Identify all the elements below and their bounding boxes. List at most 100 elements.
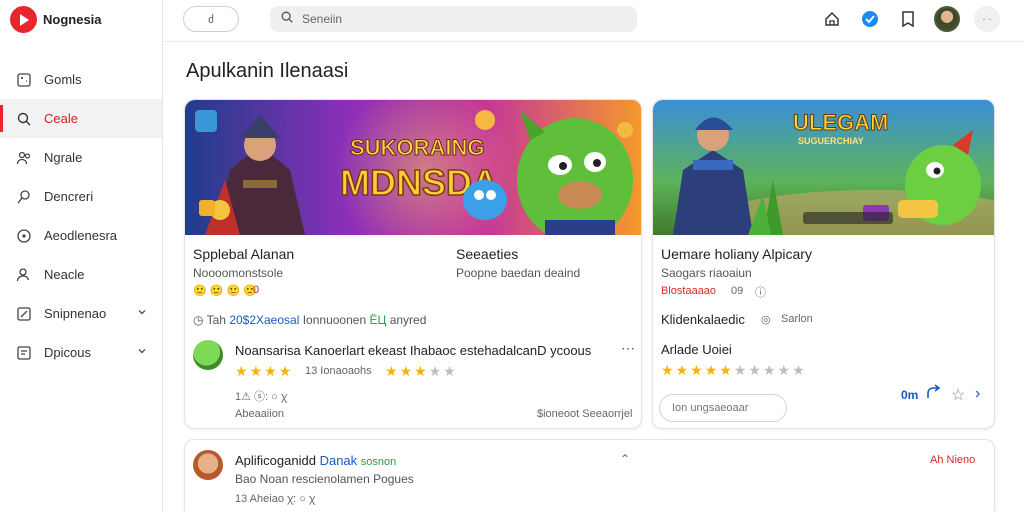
card1-foot-text: Abeaaiion (235, 408, 284, 420)
review-card-right-tag[interactable]: Ah Nieno (930, 454, 975, 466)
sidebar: Nognesia Gomls Ceale Ngrale Dencreri Aeo… (0, 0, 163, 512)
sidebar-nav: Gomls Ceale Ngrale Dencreri Aeodlenesra (0, 60, 162, 372)
card1-right-subtitle: Poopne baedan deaind (456, 266, 581, 280)
star-icon: ★ (399, 363, 413, 379)
review-card-name: Aplificoganidd Danak sosnon (235, 453, 396, 468)
card2-subtitle: Saogars riaoaiun (661, 266, 752, 280)
page-title: Apulkanin Ilenaasi (186, 60, 349, 82)
reviewer-avatar[interactable] (193, 450, 223, 480)
info-end: anyred (389, 313, 427, 327)
review-stars-1: ★ ★ ★ ★ (235, 364, 291, 378)
card2-action-label[interactable]: 0m (901, 388, 918, 402)
banner2-subtitle: SUGUERCHIAY (798, 136, 864, 146)
card2-line2: Klidenkalaedic (661, 312, 745, 327)
sidebar-item-snipnenao[interactable]: Snipnenao (0, 294, 162, 333)
star-icon: ★ (235, 363, 248, 379)
compass-icon (16, 228, 32, 244)
card1-foot-icons: 1⚠ ⓢ: ○ ꭓ (235, 391, 287, 403)
featured-card-1[interactable]: SUKORAING MDNSDA Spplebal Alanan Noooomo… (184, 99, 642, 429)
edit-box-icon (16, 306, 32, 322)
sidebar-item-dpicous[interactable]: Dpicous (0, 333, 162, 372)
rating-input[interactable] (659, 394, 787, 422)
search-input[interactable] (302, 12, 602, 26)
controller-icon (16, 72, 32, 88)
card2-rating-stars: ★ ★ ★ ★ ★ ★ ★ ★ ★ ★ (661, 363, 805, 377)
sidebar-item-label: Ngrale (44, 150, 83, 165)
star-icon: ★ (675, 362, 689, 378)
star-icon: ★ (690, 362, 703, 378)
sidebar-item-label: Ceale (44, 111, 78, 126)
avatar[interactable] (934, 6, 960, 32)
sidebar-item-label: Aeodlenesra (44, 228, 117, 243)
sidebar-item-label: Gomls (44, 72, 82, 87)
review-text: Noansarisa Kanoerlart ekeast Ihabaoc est… (235, 343, 592, 358)
card2-title[interactable]: Uemare holiany Alpicary (661, 246, 812, 262)
search-bar[interactable] (270, 6, 637, 32)
review-count: 13 Ionaoaohs (305, 365, 372, 377)
chevron-up-icon[interactable]: ⌃ (620, 452, 630, 466)
card1-left-subtitle: Noooomonstsole (193, 266, 284, 280)
bookmark-icon[interactable] (896, 7, 920, 31)
featured-card-2[interactable]: ULEGAM SUGUERCHIAY Uemare holiany Alpica… (652, 99, 995, 429)
search-icon (280, 10, 294, 29)
card1-right-title[interactable]: Seeaeties (456, 246, 518, 262)
star-icon: ★ (719, 362, 732, 378)
banner-title-top: SUKORAING (350, 135, 484, 160)
search-icon (16, 111, 32, 127)
star-outline-icon[interactable]: ☆ (951, 385, 965, 405)
clock-icon: ◷ (193, 313, 204, 327)
globe-icon: ◎ (761, 314, 771, 326)
review-card-author[interactable]: Aplificoganidd (235, 453, 316, 468)
chevron-down-icon[interactable] (136, 345, 148, 360)
star-icon: ★ (661, 362, 674, 378)
share-icon[interactable] (925, 384, 943, 407)
back-pill-button[interactable]: ძ (183, 6, 239, 32)
info-icon[interactable]: ⓘ (755, 284, 766, 300)
review-card[interactable]: Aplificoganidd Danak sosnon Bao Noan res… (184, 439, 995, 512)
star-icon: ★ (777, 362, 791, 378)
sidebar-item-aeodlenesra[interactable]: Aeodlenesra (0, 216, 162, 255)
sidebar-item-gomls[interactable]: Gomls (0, 60, 162, 99)
more-options-icon[interactable]: ⋯ (621, 340, 635, 357)
sidebar-item-label: Snipnenao (44, 306, 107, 321)
review-card-link[interactable]: Danak (320, 453, 358, 468)
game-banner-image: ULEGAM SUGUERCHIAY (653, 100, 994, 235)
card2-meta-count: 09 (731, 285, 744, 297)
sidebar-item-ngrale[interactable]: Ngrale (0, 138, 162, 177)
review-card-meta: 13 Aheiao ꭓ: ○ ꭓ (235, 493, 315, 505)
star-icon: ★ (443, 363, 456, 379)
more-icon[interactable]: · · (974, 6, 1000, 32)
chevron-right-icon[interactable]: › (975, 385, 980, 403)
game-banner-image: SUKORAING MDNSDA (185, 100, 641, 235)
home-icon[interactable] (820, 7, 844, 31)
star-icon: ★ (733, 362, 747, 378)
card1-left-badges: 🙂 🙂 🙂 🙂 (193, 285, 257, 297)
chevron-down-icon[interactable] (136, 306, 148, 321)
banner2-title: ULEGAM (793, 110, 888, 135)
verified-badge-icon[interactable] (858, 7, 882, 31)
sidebar-item-label: Neacle (44, 267, 85, 282)
card1-left-title[interactable]: Spplebal Alanan (193, 246, 294, 262)
people-icon (16, 150, 32, 166)
star-icon: ★ (414, 363, 427, 379)
star-icon: ★ (748, 362, 761, 378)
user-icon (16, 267, 32, 283)
reviewer-avatar[interactable] (193, 340, 223, 370)
star-icon: ★ (704, 362, 718, 378)
info-prefix: Tah (206, 313, 226, 327)
card2-line2-tag: Sarlon (781, 313, 813, 325)
pencil-icon (16, 189, 32, 205)
brand-logo-icon (10, 6, 37, 33)
brand[interactable]: Nognesia (10, 6, 102, 33)
card1-foot-right[interactable]: $ioneoot Seeaorrjel (537, 408, 632, 420)
star-icon: ★ (264, 363, 277, 379)
review-card-sub: Bao Noan rescienolamen Pogues (235, 472, 414, 486)
sidebar-item-dencreri[interactable]: Dencreri (0, 177, 162, 216)
sidebar-item-ceale[interactable]: Ceale (0, 99, 162, 138)
info-link[interactable]: 20$2Xaeosal (229, 313, 299, 327)
sidebar-item-neacle[interactable]: Neacle (0, 255, 162, 294)
card1-info-line: ◷ Tah 20$2Xaeosal Ionnuoonen ЁЦ anyred (193, 313, 426, 327)
info-mid: Ionnuoonen (302, 313, 367, 327)
card2-meta: Blostaaaao (661, 285, 717, 297)
pill-label: ძ (208, 13, 214, 26)
